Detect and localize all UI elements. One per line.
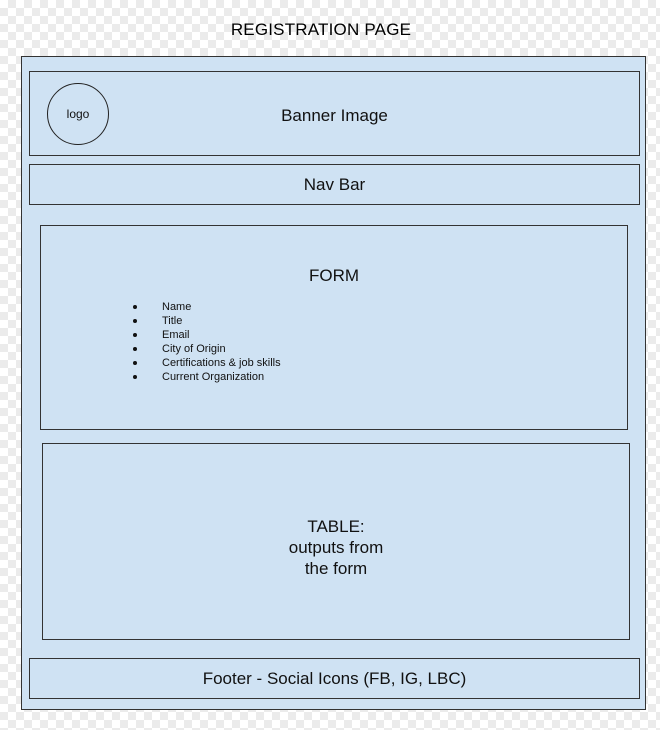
table-section: TABLE: outputs from the form [42, 443, 630, 640]
field-label: Name [162, 301, 192, 313]
list-item: Title [133, 314, 281, 328]
bullet-icon [133, 361, 137, 365]
banner-label: Banner Image [281, 106, 388, 125]
list-item: Current Organization [133, 370, 281, 384]
field-label: Certifications & job skills [162, 357, 281, 369]
bullet-icon [133, 333, 137, 337]
table-label-line: the form [304, 559, 368, 578]
field-label: City of Origin [162, 343, 226, 355]
footer-label: Footer - Social Icons (FB, IG, LBC) [202, 668, 467, 688]
table-label: TABLE: outputs from the form [43, 516, 629, 579]
list-item: Certifications & job skills [133, 356, 281, 370]
bullet-icon [133, 347, 137, 351]
wireframe-container: logo Banner Image Nav Bar FORM Name Titl… [21, 56, 646, 710]
form-field-list: Name Title Email City of Origin Certific… [133, 300, 281, 384]
table-label-line: TABLE: [307, 517, 365, 536]
form-title: FORM [308, 266, 360, 285]
bullet-icon [133, 305, 137, 309]
field-label: Title [162, 315, 183, 327]
nav-bar-label: Nav Bar [303, 174, 366, 194]
list-item: Name [133, 300, 281, 314]
nav-bar-section: Nav Bar [29, 164, 640, 205]
bullet-icon [133, 375, 137, 379]
banner-image-section: logo Banner Image [29, 71, 640, 156]
bullet-icon [133, 319, 137, 323]
page-title: REGISTRATION PAGE [230, 20, 412, 39]
table-label-line: outputs from [288, 538, 384, 557]
list-item: City of Origin [133, 342, 281, 356]
field-label: Current Organization [162, 371, 265, 383]
form-section: FORM Name Title Email City of Origin Cer… [40, 225, 628, 430]
list-item: Email [133, 328, 281, 342]
footer-section: Footer - Social Icons (FB, IG, LBC) [29, 658, 640, 699]
field-label: Email [162, 329, 190, 341]
